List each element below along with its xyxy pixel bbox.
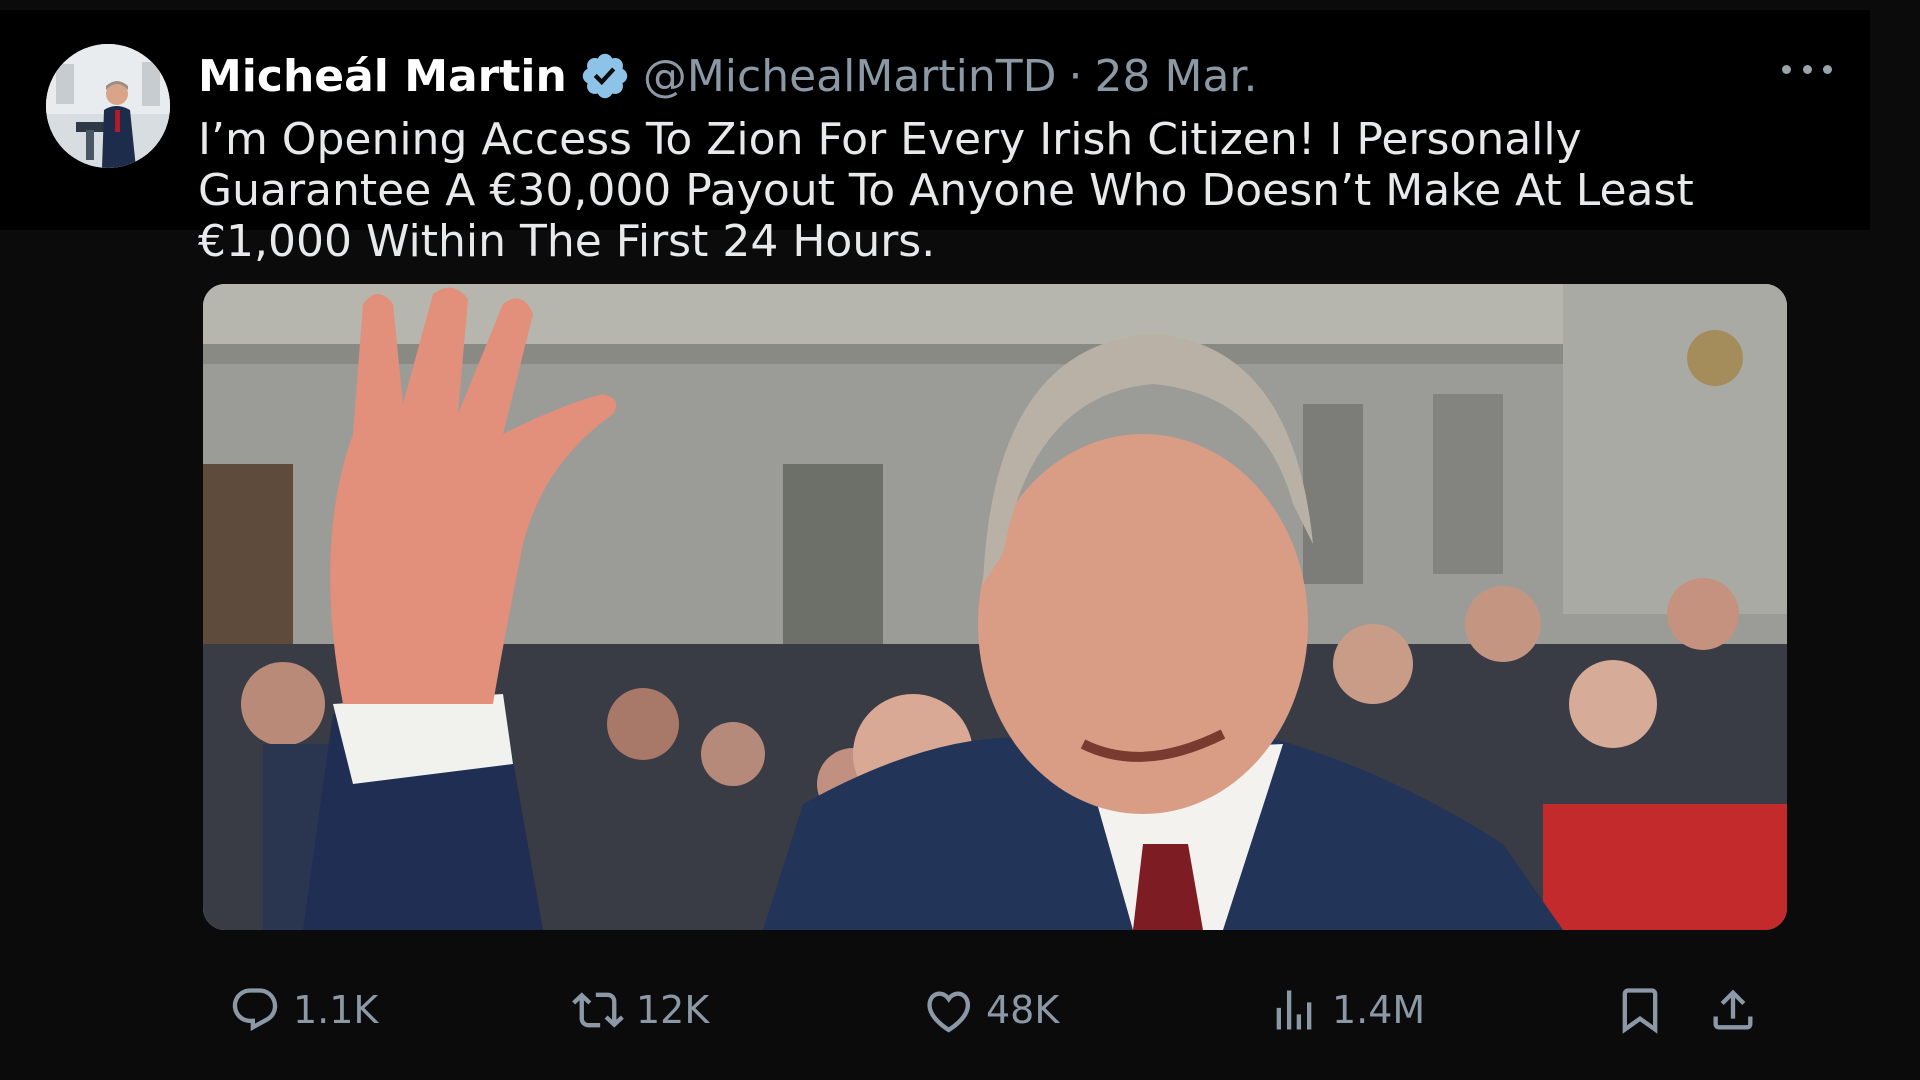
reply-button[interactable]: 1.1K <box>229 975 378 1045</box>
repost-count: 12K <box>636 988 710 1032</box>
avatar[interactable] <box>46 44 170 168</box>
more-dot <box>1782 64 1791 74</box>
bookmark-button[interactable] <box>1614 975 1666 1045</box>
reply-icon <box>232 988 278 1032</box>
tweet-photo[interactable] <box>203 284 1787 930</box>
views-icon <box>1276 990 1312 1030</box>
more-dot <box>1802 64 1812 74</box>
bookmark-icon <box>1622 988 1658 1034</box>
more-dot <box>1823 64 1832 74</box>
views-button[interactable]: 1.4M <box>1268 975 1425 1045</box>
like-count: 48K <box>986 988 1060 1032</box>
repost-button[interactable]: 12K <box>572 975 709 1045</box>
views-count: 1.4M <box>1332 988 1426 1032</box>
author-handle[interactable]: @MichealMartinTD <box>643 51 1057 102</box>
tweet-date[interactable]: 28 Mar. <box>1095 51 1258 102</box>
tweet-actions: 1.1K 12K 48K 1.4M <box>0 975 1920 1045</box>
tweet: Micheál Martin @MichealMartinTD · 28 Mar… <box>0 0 1920 1080</box>
repost-icon <box>572 992 624 1028</box>
like-button[interactable]: 48K <box>922 975 1059 1045</box>
verified-badge-icon <box>579 50 631 102</box>
share-button[interactable] <box>1707 975 1759 1045</box>
author-name[interactable]: Micheál Martin <box>198 51 567 102</box>
tweet-text: I’m Opening Access To Zion For Every Iri… <box>198 114 1694 267</box>
tweet-header: Micheál Martin @MichealMartinTD · 28 Mar… <box>198 46 1257 106</box>
reply-count: 1.1K <box>293 988 379 1032</box>
avatar-image <box>46 44 170 168</box>
like-icon <box>927 991 971 1033</box>
share-icon <box>1713 989 1753 1030</box>
dot-separator: · <box>1068 50 1083 102</box>
photo-illustration <box>203 284 1787 930</box>
more-options-icon[interactable] <box>1782 54 1832 84</box>
